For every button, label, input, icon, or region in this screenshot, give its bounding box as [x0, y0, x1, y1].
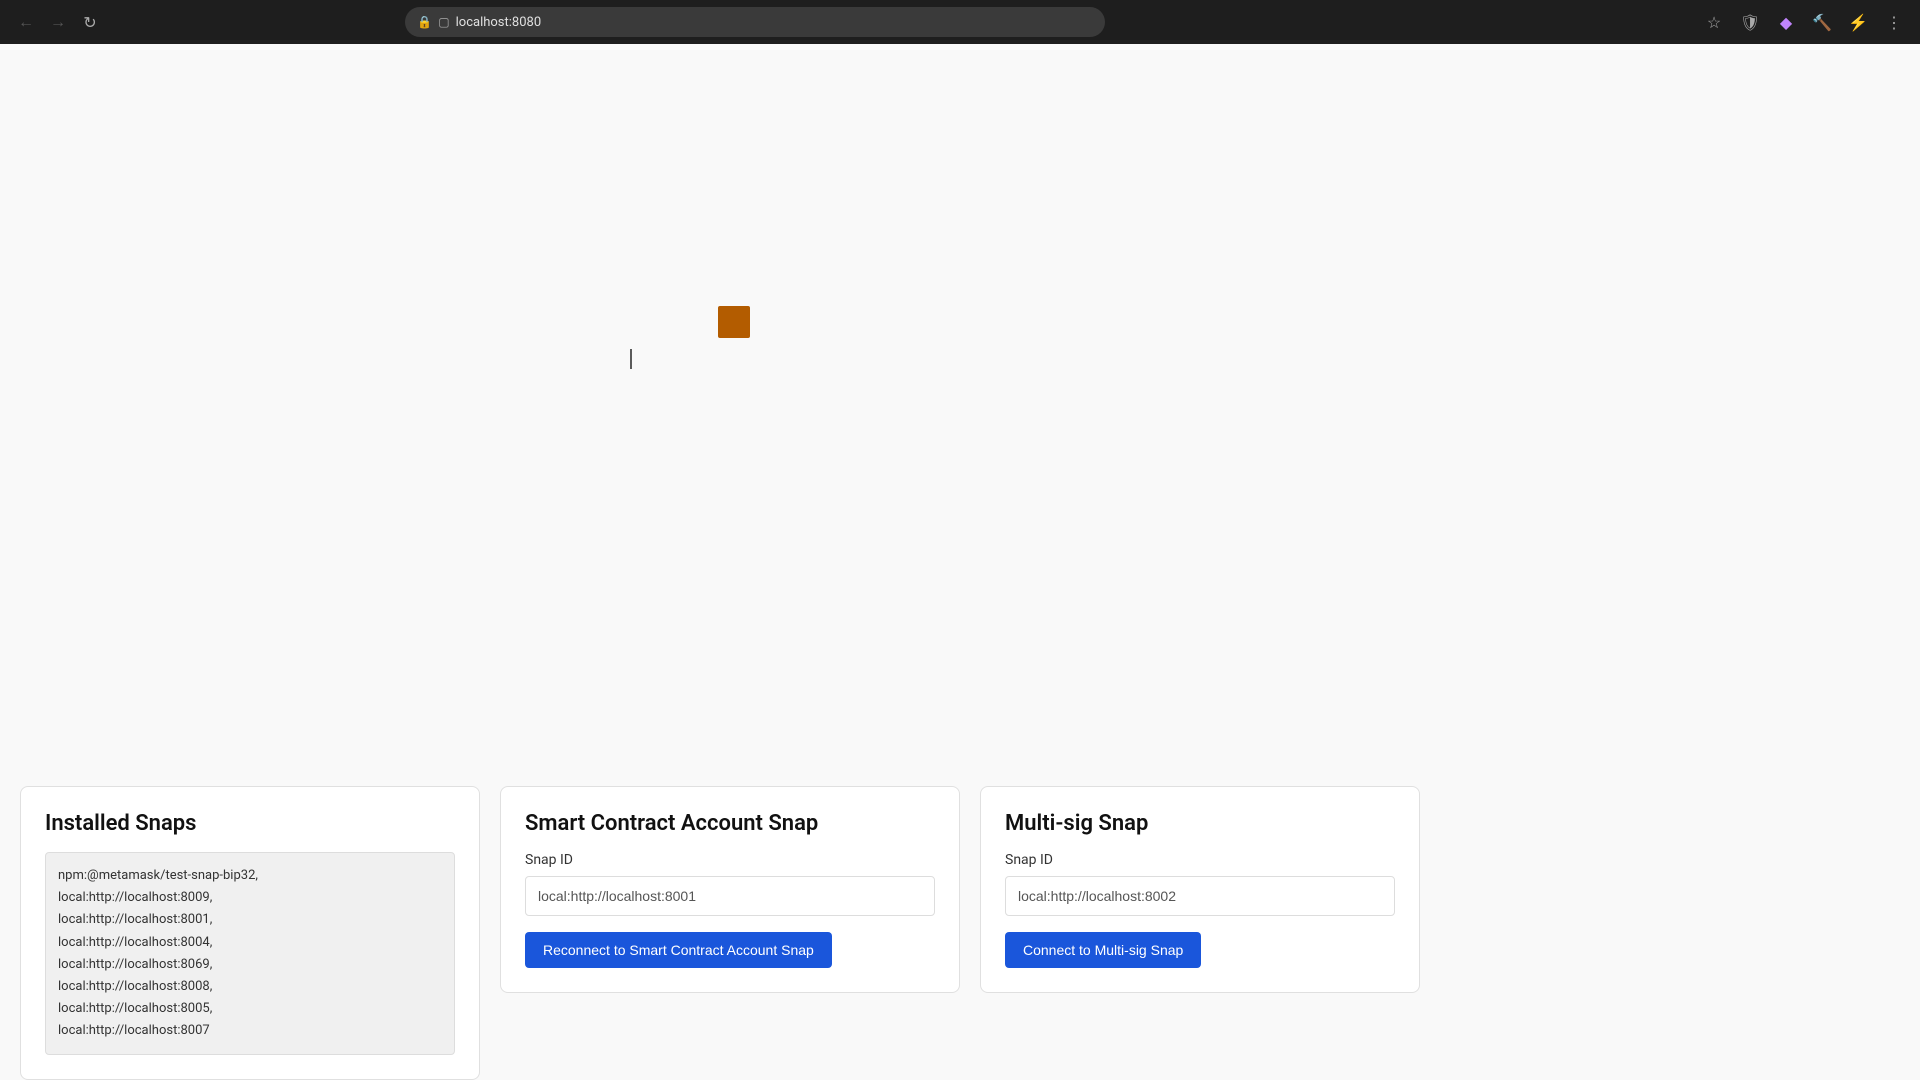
extension2-button[interactable]: ◆	[1772, 8, 1800, 36]
address-bar[interactable]: 🔒 ▢ localhost:8080	[405, 7, 1105, 37]
smart-contract-snap-id-input[interactable]	[525, 876, 935, 916]
forward-button[interactable]: →	[44, 8, 72, 36]
smart-contract-snap-id-label: Snap ID	[525, 852, 935, 868]
smart-contract-panel: Smart Contract Account Snap Snap ID Reco…	[500, 786, 960, 993]
multisig-title: Multi-sig Snap	[1005, 811, 1395, 836]
menu-button[interactable]: ⋮	[1880, 8, 1908, 36]
reload-button[interactable]: ↻	[76, 8, 104, 36]
browser-chrome: ← → ↻ 🔒 ▢ localhost:8080 ☆ 🛡 ◆ 🔨 ⚡ ⋮	[0, 0, 1920, 44]
browser-actions: ☆ 🛡 ◆ 🔨 ⚡ ⋮	[1700, 8, 1908, 36]
installed-snaps-list: npm:@metamask/test-snap-bip32, local:htt…	[45, 852, 455, 1055]
extension3-button[interactable]: 🔨	[1808, 8, 1836, 36]
bottom-panels: Installed Snaps npm:@metamask/test-snap-…	[0, 766, 1920, 1080]
security-icon: 🔒	[417, 15, 432, 29]
extension1-button[interactable]: 🛡	[1736, 8, 1764, 36]
extensions-button[interactable]: ⚡	[1844, 8, 1872, 36]
multisig-snap-id-label: Snap ID	[1005, 852, 1395, 868]
nav-buttons: ← → ↻	[12, 8, 104, 36]
connect-multisig-button[interactable]: Connect to Multi-sig Snap	[1005, 932, 1201, 968]
text-cursor	[630, 349, 632, 369]
page-content: Installed Snaps npm:@metamask/test-snap-…	[0, 44, 1920, 1080]
url-text: localhost:8080	[456, 15, 542, 30]
center-logo-icon	[718, 306, 750, 338]
bookmark-button[interactable]: ☆	[1700, 8, 1728, 36]
multisig-panel: Multi-sig Snap Snap ID Connect to Multi-…	[980, 786, 1420, 993]
installed-snaps-panel: Installed Snaps npm:@metamask/test-snap-…	[20, 786, 480, 1080]
multisig-snap-id-input[interactable]	[1005, 876, 1395, 916]
smart-contract-title: Smart Contract Account Snap	[525, 811, 935, 836]
reconnect-smart-contract-button[interactable]: Reconnect to Smart Contract Account Snap	[525, 932, 832, 968]
back-button[interactable]: ←	[12, 8, 40, 36]
page-icon: ▢	[438, 15, 449, 29]
installed-snaps-title: Installed Snaps	[45, 811, 455, 836]
